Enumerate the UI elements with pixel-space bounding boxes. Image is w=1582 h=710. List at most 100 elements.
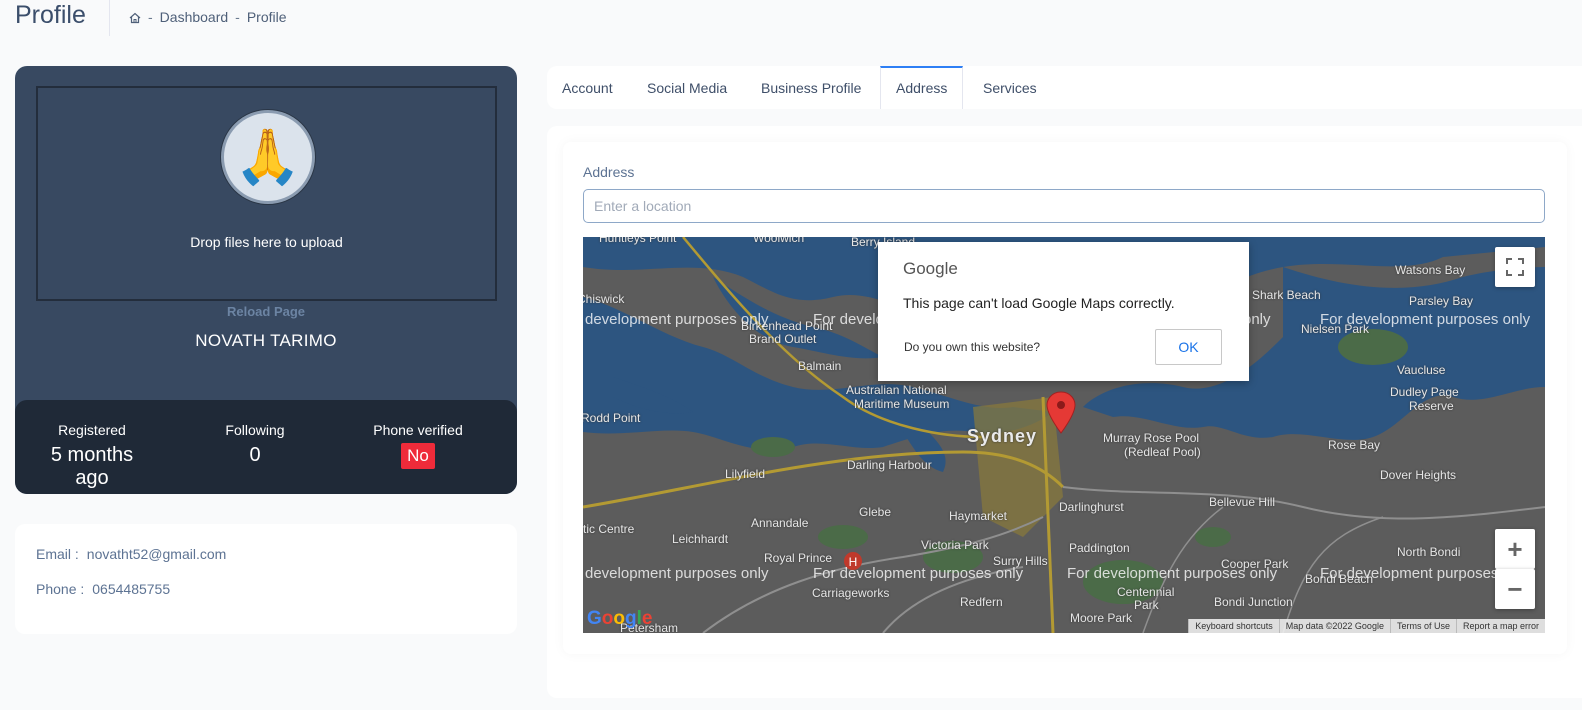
map-watermark: development purposes only [585, 565, 769, 582]
place-label: Reserve [1409, 399, 1454, 413]
place-label: Carriageworks [812, 586, 890, 600]
dialog-google-brand: Google [903, 259, 958, 278]
contact-card: Email : novatht52@gmail.com Phone : 065448… [15, 524, 517, 634]
avatar-dropzone[interactable]: 🙏 Drop files here to upload [36, 86, 497, 301]
place-label: Rose Bay [1328, 438, 1381, 452]
phone-value: 0654485755 [92, 581, 171, 597]
stat-phone-label: Phone verified [373, 422, 463, 438]
place-label: Annandale [751, 516, 809, 530]
contact-email: Email : novatht52@gmail.com [36, 546, 226, 562]
keyboard-shortcuts-link[interactable]: Keyboard shortcuts [1188, 619, 1279, 633]
place-label: Shark Beach [1252, 288, 1321, 302]
place-label: Park [1134, 598, 1159, 612]
place-label: Rodd Point [583, 411, 641, 425]
place-label: Lilyfield [725, 467, 766, 481]
place-label: Centennial [1117, 585, 1175, 599]
profile-card: 🙏 Drop files here to upload Reload Page … [15, 66, 517, 494]
zoom-in-button[interactable]: + [1495, 529, 1535, 569]
contact-phone: Phone : 0654485755 [36, 581, 170, 597]
map-watermark: For development purposes only [813, 565, 1024, 582]
email-value: novatht52@gmail.com [86, 546, 227, 562]
map-watermark: For develo [813, 311, 884, 328]
place-label: Brand Outlet [749, 332, 817, 346]
user-name: NOVATH TARIMO [195, 331, 337, 350]
place-label: Parsley Bay [1409, 294, 1474, 308]
tab-social-media[interactable]: Social Media [632, 66, 742, 109]
breadcrumb-separator: - [235, 9, 240, 25]
place-label: Bellevue Hill [1209, 495, 1276, 509]
place-label: Haymarket [949, 509, 1008, 523]
place-label: Huntleys Point [599, 237, 677, 245]
home-icon[interactable] [129, 11, 141, 24]
praying-hands-image: 🙏 [234, 126, 302, 187]
map-footer: Keyboard shortcuts Map data ©2022 Google… [1188, 619, 1545, 633]
email-label: Email : [36, 546, 79, 562]
place-label: Chiswick [583, 292, 625, 306]
reload-page-link[interactable]: Reload Page [15, 304, 517, 319]
map-watermark: For development purposes [1320, 565, 1499, 582]
dropzone-text: Drop files here to upload [190, 234, 343, 250]
google-logo: Google [587, 608, 653, 629]
breadcrumb-profile: Profile [246, 9, 287, 25]
stat-following-label: Following [225, 422, 285, 438]
place-label: Darling Harbour [847, 458, 932, 472]
place-label-sydney: Sydney [967, 426, 1038, 446]
plus-icon: + [1507, 533, 1523, 564]
tab-business-profile[interactable]: Business Profile [746, 66, 876, 109]
address-input[interactable] [583, 189, 1545, 223]
tab-address[interactable]: Address [880, 66, 964, 109]
map-data-credit: Map data ©2022 Google [1278, 619, 1390, 633]
profile-stats: Registered 5 months ago Following 0 Phon… [15, 400, 517, 494]
stat-phone-verified: Phone verified No [363, 422, 473, 469]
address-label: Address [583, 164, 635, 180]
place-label: Redfern [960, 595, 1003, 609]
place-label: Maritime Museum [854, 397, 950, 411]
place-label: Glebe [859, 505, 892, 519]
fullscreen-button[interactable] [1495, 247, 1535, 287]
breadcrumb-dashboard[interactable]: Dashboard [160, 9, 229, 25]
place-label: Balmain [798, 359, 842, 373]
minus-icon: − [1507, 573, 1523, 604]
stat-following-value: 0 [249, 444, 261, 466]
fullscreen-icon [1506, 258, 1524, 276]
map-watermark: For development purposes only [1320, 311, 1531, 328]
place-label: Darlinghurst [1059, 500, 1124, 514]
place-label: Vaucluse [1397, 363, 1446, 377]
terms-of-use-link[interactable]: Terms of Use [1389, 619, 1456, 633]
place-label: tic Centre [583, 522, 635, 536]
stat-registered-value: 5 months ago [50, 444, 134, 489]
dialog-question: Do you own this website? [904, 340, 1041, 354]
stat-following: Following 0 [205, 422, 305, 467]
title-divider [109, 0, 110, 36]
breadcrumb: - Dashboard - Profile [129, 9, 287, 25]
page-title: Profile [15, 1, 86, 29]
place-label: Royal Prince [764, 551, 833, 565]
place-label: Leichhardt [672, 532, 729, 546]
breadcrumb-separator: - [148, 9, 153, 25]
google-map[interactable]: H Huntleys Point Woolwich Berry Island W… [583, 237, 1545, 633]
tab-services[interactable]: Services [968, 66, 1052, 109]
report-map-error-link[interactable]: Report a map error [1455, 619, 1545, 633]
place-label: Moore Park [1070, 611, 1133, 625]
dialog-ok-button[interactable]: OK [1155, 329, 1222, 365]
map-watermark: For development purposes only [1067, 565, 1278, 582]
place-label: Woolwich [753, 237, 805, 245]
stat-registered-label: Registered [58, 422, 126, 438]
avatar[interactable]: 🙏 [221, 110, 315, 204]
place-label: Victoria Park [921, 538, 989, 552]
stat-registered: Registered 5 months ago [32, 422, 152, 490]
place-label: Murray Rose Pool [1103, 431, 1200, 445]
place-label: Dover Heights [1380, 468, 1457, 482]
place-label: Paddington [1069, 541, 1130, 555]
place-label: (Redleaf Pool) [1124, 445, 1201, 459]
phone-label: Phone : [36, 581, 85, 597]
place-label: North Bondi [1397, 545, 1461, 559]
place-label: Watsons Bay [1395, 263, 1466, 277]
zoom-out-button[interactable]: − [1495, 569, 1535, 609]
place-label: Australian National [846, 383, 947, 397]
maps-error-dialog: Google This page can't load Google Maps … [878, 242, 1249, 381]
place-label: Bondi Junction [1214, 595, 1293, 609]
place-label: Dudley Page [1390, 385, 1459, 399]
profile-tabs: Account Social Media Business Profile Ad… [547, 66, 1582, 109]
tab-account[interactable]: Account [547, 66, 628, 109]
